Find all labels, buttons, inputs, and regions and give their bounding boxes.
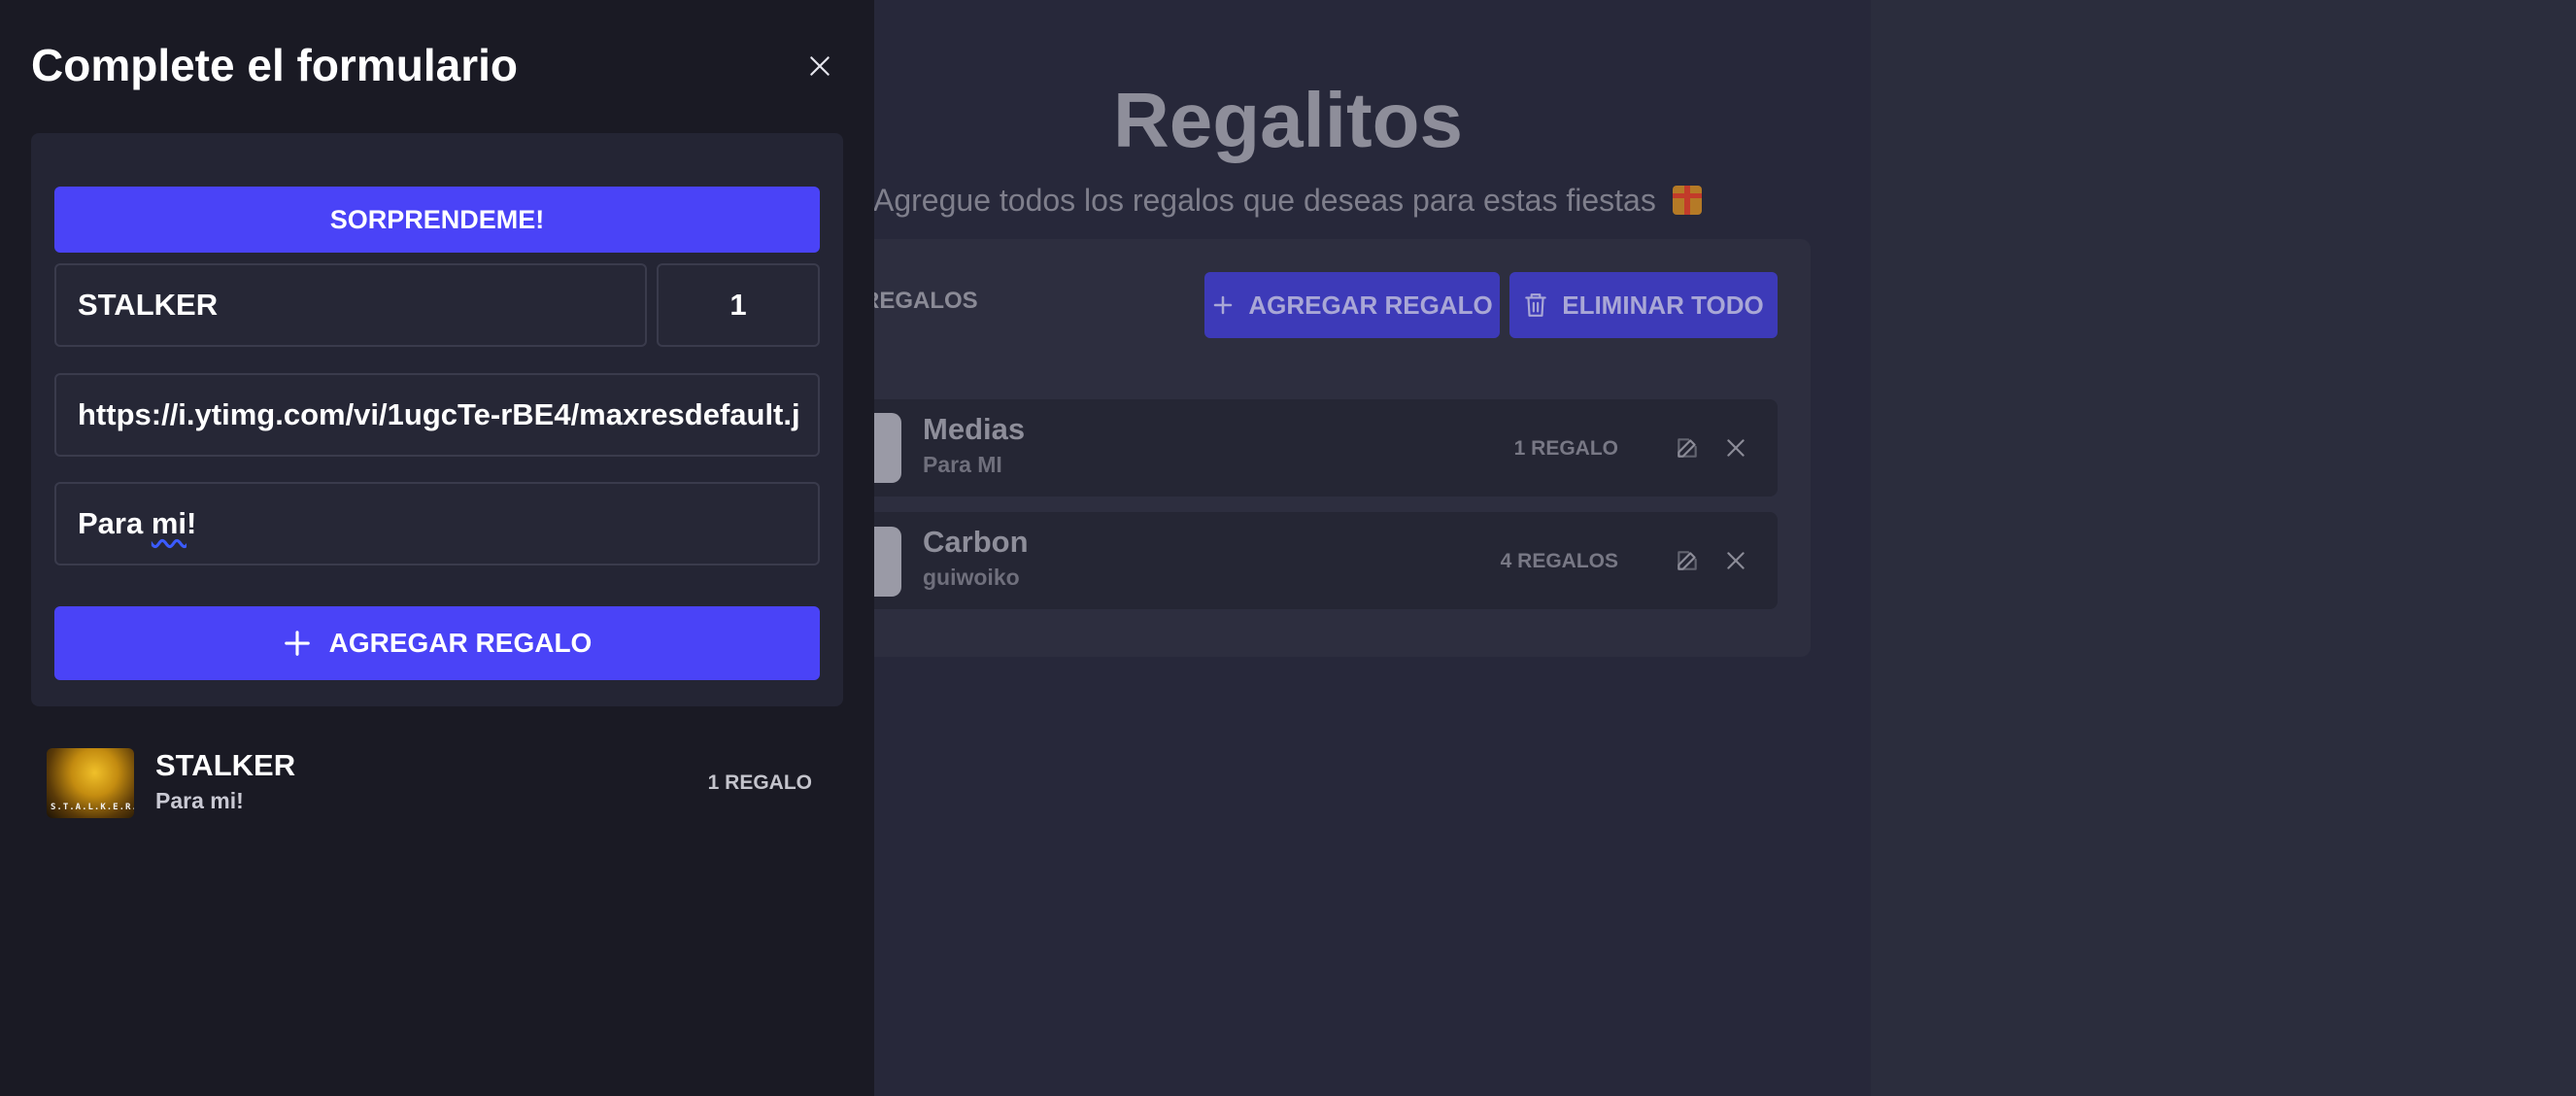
trash-icon [1525, 293, 1547, 317]
app-subtitle: Agregue todos los regalos que deseas par… [873, 183, 1702, 219]
recipient-prefix: Para [78, 506, 152, 540]
add-gift-label: AGREGAR REGALO [328, 628, 593, 658]
app-subtitle-text: Agregue todos los regalos que deseas par… [873, 183, 1656, 218]
thumbnail-logo: S.T.A.L.K.E.R. [51, 803, 134, 812]
gift-emoji-icon [1672, 186, 1702, 215]
gift-thumbnail: S.T.A.L.K.E.R. [47, 748, 134, 818]
plus-icon [1214, 295, 1233, 315]
edit-icon[interactable] [1675, 435, 1700, 461]
gift-quantity: 4 REGALOS [1500, 550, 1618, 572]
close-icon [810, 56, 830, 76]
recipient-suffix: ! [186, 506, 197, 540]
list-gift-recipient: Para mi! [155, 788, 244, 813]
delete-all-label: ELIMINAR TODO [1562, 290, 1764, 320]
bg-add-gift-label: AGREGAR REGALO [1248, 290, 1493, 320]
regalos-count-label: REGALOS [863, 288, 978, 314]
list-gift-quantity: 1 REGALO [707, 771, 812, 794]
gift-recipient: guiwoiko [923, 565, 1020, 590]
gift-name: Carbon [923, 525, 1029, 559]
list-gift-name: STALKER [155, 748, 296, 782]
delete-all-button[interactable]: ELIMINAR TODO [1509, 272, 1778, 338]
image-url-input[interactable]: https://i.ytimg.com/vi/1ugcTe-rBE4/maxre… [54, 373, 820, 457]
quantity-input[interactable]: 1 [657, 263, 820, 347]
delete-icon[interactable] [1723, 435, 1748, 461]
edit-icon[interactable] [1675, 548, 1700, 573]
gift-form: SORPRENDEME! STALKER 1 https://i.ytimg.c… [31, 133, 843, 706]
close-button[interactable] [802, 49, 837, 84]
recipient-input[interactable]: Para mi! [54, 482, 820, 565]
plus-icon [284, 631, 310, 656]
delete-icon[interactable] [1723, 548, 1748, 573]
form-drawer: Complete el formulario SORPRENDEME! STAL… [0, 0, 874, 1096]
recipient-misspelled-word: mi [151, 506, 187, 540]
right-pane-overlay [1871, 0, 2576, 1096]
gift-name: Medias [923, 412, 1026, 446]
surprise-button[interactable]: SORPRENDEME! [54, 187, 820, 253]
app-title: Regalitos [1112, 77, 1464, 163]
gift-quantity: 1 REGALO [1513, 437, 1618, 460]
drawer-title: Complete el formulario [31, 40, 518, 90]
gift-name-input[interactable]: STALKER [54, 263, 647, 347]
bg-add-gift-button[interactable]: AGREGAR REGALO [1204, 272, 1500, 338]
add-gift-button[interactable]: AGREGAR REGALO [54, 606, 820, 680]
gift-recipient: Para MI [923, 452, 1002, 477]
